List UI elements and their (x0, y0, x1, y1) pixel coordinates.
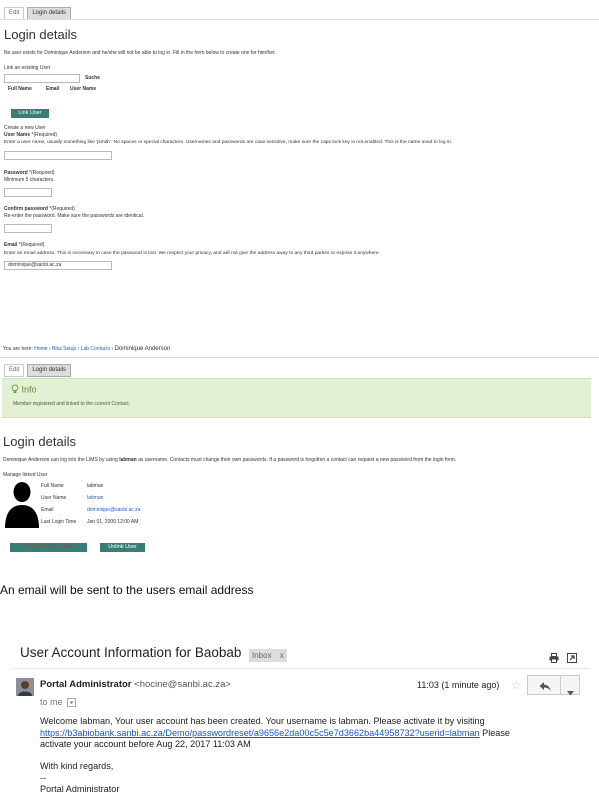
page-title: Login details (4, 27, 77, 42)
password-field[interactable] (4, 188, 52, 197)
info-message: Member registered and linked to the curr… (13, 401, 131, 407)
info-title: Info (21, 384, 37, 395)
email-field[interactable]: dominique@sanbi.ac.za (4, 261, 112, 270)
new-window-icon[interactable] (567, 650, 577, 668)
chevron-down-icon (567, 683, 574, 701)
login-description: Dominique Anderson can log into the LIMS… (3, 457, 456, 464)
chip-close-icon[interactable]: x (280, 651, 284, 660)
recipient-details-icon[interactable] (67, 698, 77, 708)
password-label: Password (4, 170, 28, 176)
col-email: Email (46, 86, 60, 92)
email-required: *(Required) (18, 242, 45, 248)
username-label-row: User Name *(Required) (4, 132, 57, 139)
description-post: as username. Contacts must change their … (136, 457, 457, 463)
second-tabs: Edit Login details (4, 364, 72, 377)
lightbulb-icon (11, 384, 19, 396)
password-required: *(Required) (29, 170, 55, 176)
breadcrumb: You are here: Home › Bika Setup › Lab Co… (3, 346, 171, 352)
search-button[interactable]: Suche (85, 75, 100, 82)
tab-login-details-2[interactable]: Login details (27, 364, 72, 377)
confirm-password-help: Re-enter the password. Make sure the pas… (4, 213, 145, 219)
field-value-email[interactable]: dominique@sanbi.ac.za (87, 507, 140, 514)
confirm-password-label: Confirm password (4, 206, 48, 212)
info-title-row: Info (11, 384, 37, 396)
description-user: labman (119, 457, 137, 463)
sender-name: Portal Administrator (40, 679, 132, 690)
email-signature: Portal Administrator (40, 784, 120, 794)
avatar (3, 480, 39, 528)
email-caption: An email will be sent to the users email… (0, 583, 254, 597)
email-body-line-2: https://b3abiobank.sanbi.ac.za/Demo/pass… (40, 728, 510, 738)
email-body-line-3: activate your account before Aug 22, 201… (40, 739, 251, 749)
email-body-line-1: Welcome labman, Your user account has be… (40, 716, 485, 726)
email-divider (13, 668, 590, 669)
email-dashes: -- (40, 773, 47, 783)
reply-button[interactable] (527, 675, 561, 695)
breadcrumb-current: Dominique Anderson (114, 346, 171, 352)
inbox-chip: Inbox x (249, 649, 287, 662)
breadcrumb-home[interactable]: Home (34, 346, 47, 352)
sender-email: <hocine@sanbi.ac.za> (134, 679, 231, 690)
unlink-user-button[interactable]: Unlink User (100, 543, 145, 552)
username-help: Enter a user name, usually something lik… (4, 140, 453, 145)
reply-icon (539, 679, 551, 697)
email-help: Enter an email address. This is necessar… (4, 251, 380, 256)
password-help: Minimum 5 characters. (4, 177, 55, 183)
field-label-user-name: User Name (41, 495, 67, 501)
login-details-title: Login details (3, 434, 76, 449)
field-value-last-login: Jan 01, 2000 12:00 AM (87, 519, 139, 525)
link-user-button[interactable]: Link User (11, 109, 49, 118)
field-value-full-name: labman (87, 483, 104, 489)
username-required: *(Required) (31, 132, 58, 138)
email-body-please: Please (482, 728, 510, 738)
info-box: Info Member registered and linked to the… (2, 378, 591, 418)
breadcrumb-bika-setup[interactable]: Bika Setup (52, 346, 76, 352)
username-field[interactable] (4, 151, 112, 160)
create-new-label: Create a new User (4, 125, 46, 131)
breadcrumb-prefix: You are here: (3, 346, 33, 352)
password-reset-link[interactable]: https://b3abiobank.sanbi.ac.za/Demo/pass… (40, 728, 480, 738)
field-label-email: Email (41, 507, 54, 513)
field-value-user-name[interactable]: labman (87, 495, 103, 502)
link-existing-label: Link an existing User (4, 65, 51, 71)
description-pre: Dominique Anderson can log into the LIMS… (3, 457, 120, 463)
star-icon[interactable]: ☆ (511, 678, 522, 692)
recipient-to: to me (40, 697, 63, 707)
breadcrumb-divider (0, 357, 599, 358)
password-label-row: Password *(Required) (4, 170, 55, 177)
col-user-name: User Name (70, 86, 97, 92)
confirm-label-row: Confirm password *(Required) (4, 206, 75, 213)
recipient-row: to me (40, 697, 77, 708)
no-user-notice: No user exists for Dominique Anderson an… (4, 50, 276, 56)
print-icon[interactable] (549, 650, 559, 668)
field-label-full-name: Full Name (41, 483, 64, 489)
sender-row: Portal Administrator <hocine@sanbi.ac.za… (40, 679, 231, 690)
email-subject: User Account Information for Baobab (20, 645, 242, 660)
breadcrumb-lab-contacts[interactable]: Lab Contacts (81, 346, 110, 352)
tab-edit-2[interactable]: Edit (4, 364, 25, 377)
email-label-row: Email *(Required) (4, 242, 44, 249)
confirm-password-field[interactable] (4, 224, 52, 233)
tabs-divider (0, 19, 599, 20)
field-label-last-login: Last Login Time (41, 519, 77, 525)
username-label: User Name (4, 132, 31, 138)
email-label: Email (4, 242, 18, 248)
link-another-user-button[interactable]: Link to another user (10, 543, 87, 552)
search-input[interactable] (4, 74, 80, 83)
more-options-button[interactable] (561, 675, 580, 696)
confirm-password-required: *(Required) (49, 206, 75, 212)
email-regards: With kind regards, (40, 761, 114, 771)
sender-avatar (16, 678, 34, 696)
manage-linked-label: Manage linked User (3, 472, 48, 478)
inbox-label[interactable]: Inbox (252, 651, 272, 660)
col-full-name: Full Name (8, 86, 32, 92)
email-time: 11:03 (1 minute ago) (417, 680, 500, 690)
